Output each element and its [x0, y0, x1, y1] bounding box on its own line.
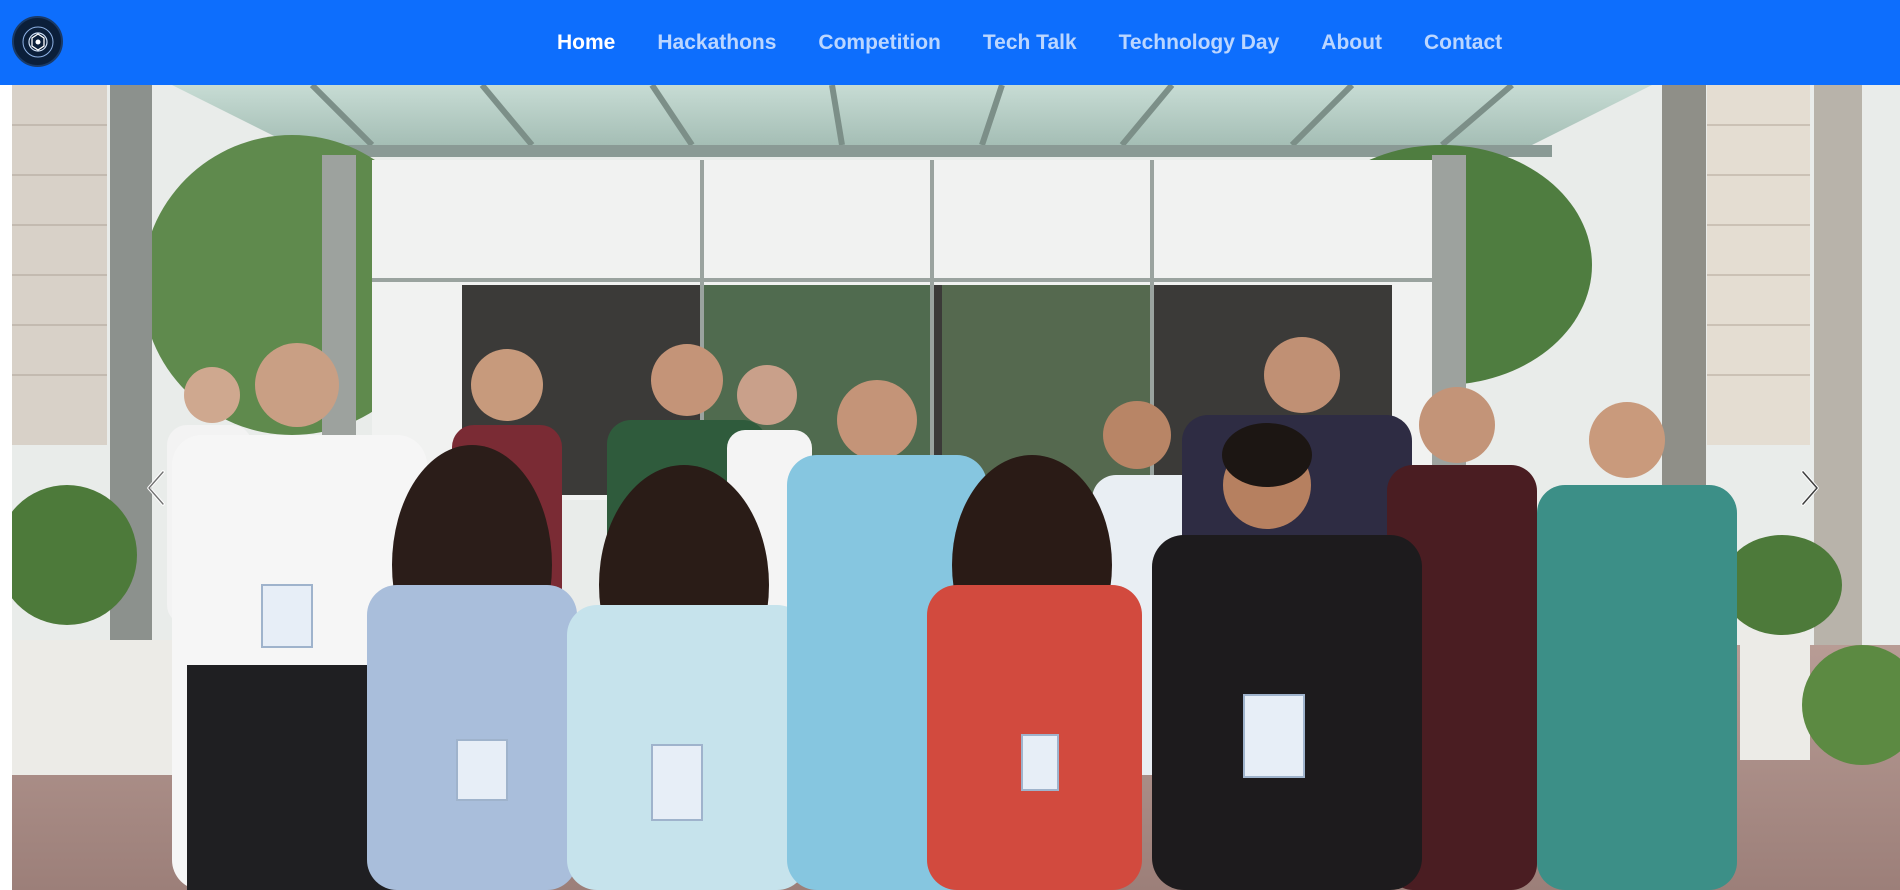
carousel-next-button[interactable]	[1750, 85, 1870, 890]
nav-link-competition[interactable]: Competition	[797, 31, 961, 55]
carousel-slide-group-photo	[0, 85, 1900, 890]
chevron-left-icon	[147, 469, 165, 506]
main-nav: Home Hackathons Competition Tech Talk Te…	[536, 0, 1523, 85]
nav-link-home[interactable]: Home	[536, 31, 636, 55]
college-emblem-logo[interactable]	[12, 16, 63, 67]
nav-link-about[interactable]: About	[1300, 31, 1403, 55]
nav-link-tech-talk[interactable]: Tech Talk	[962, 31, 1098, 55]
chevron-right-icon	[1801, 469, 1819, 506]
logo-emblem-icon	[22, 26, 53, 57]
navbar: Home Hackathons Competition Tech Talk Te…	[0, 0, 1900, 85]
nav-link-hackathons[interactable]: Hackathons	[636, 31, 797, 55]
hero-carousel	[0, 85, 1900, 890]
group-photo-image	[0, 85, 1900, 890]
nav-link-technology-day[interactable]: Technology Day	[1098, 31, 1301, 55]
carousel-prev-button[interactable]	[96, 85, 216, 890]
nav-link-contact[interactable]: Contact	[1403, 31, 1523, 55]
